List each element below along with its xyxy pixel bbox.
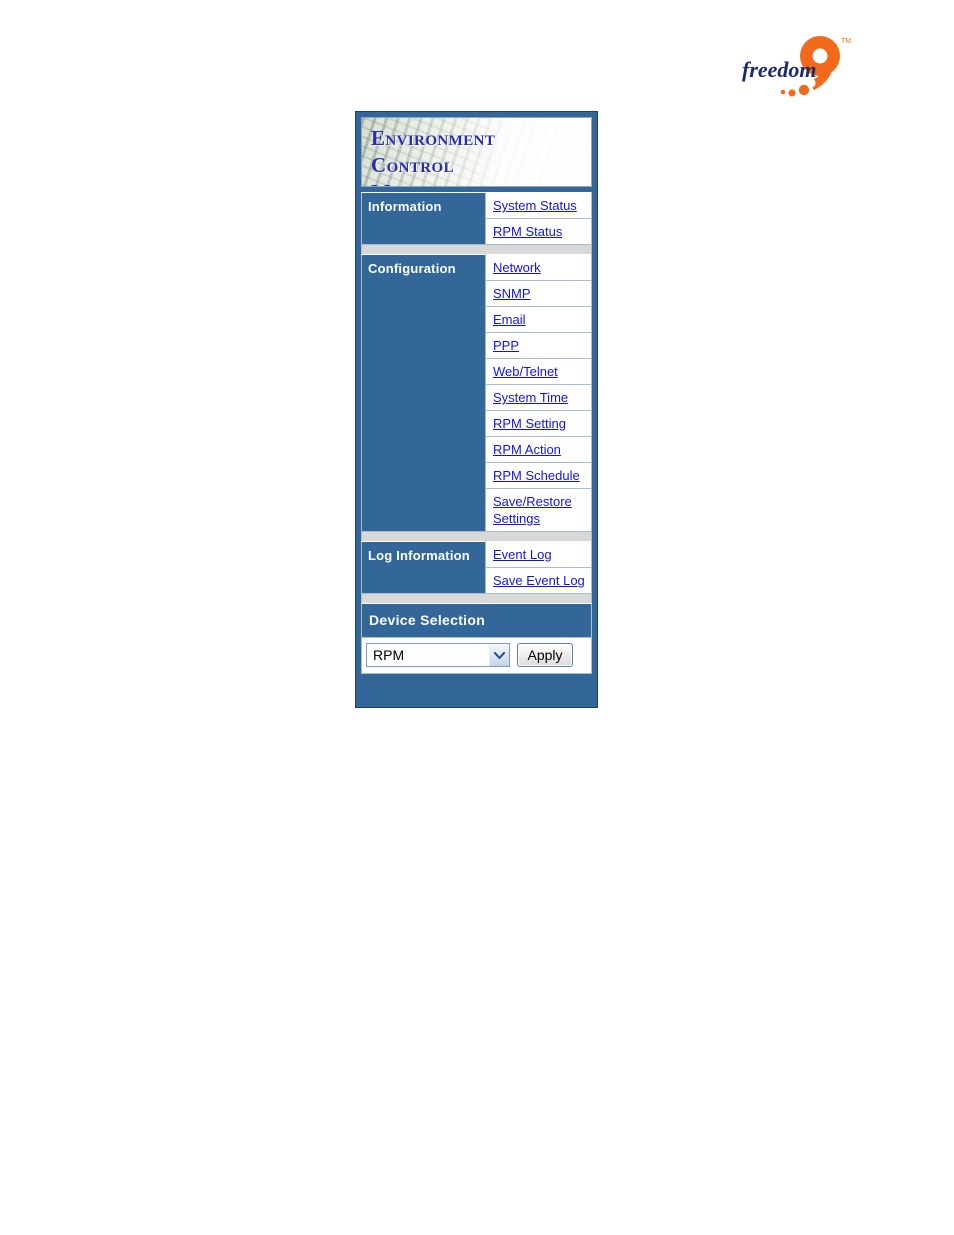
section-links-configuration: Network SNMP Email PPP Web/Telnet System… [485, 254, 592, 532]
nav-link-event-log[interactable]: Event Log [493, 547, 552, 562]
device-select[interactable]: RPM [366, 643, 510, 667]
nav-link-rpm-schedule[interactable]: RPM Schedule [493, 468, 580, 483]
logo-trademark-text: TM [841, 38, 851, 45]
device-select-value: RPM [373, 647, 405, 663]
nav-link-rpm-status[interactable]: RPM Status [493, 224, 562, 239]
section-separator [361, 532, 592, 541]
freedom9-logo: freedom TM [742, 34, 852, 102]
device-selection-controls: RPM Apply [362, 637, 591, 673]
nav-row[interactable]: Email [486, 307, 591, 333]
section-row: Log Information Event Log Save Event Log [361, 541, 592, 594]
nav-link-rpm-setting[interactable]: RPM Setting [493, 416, 566, 431]
nav-row[interactable]: Web/Telnet [486, 359, 591, 385]
nav-link-network[interactable]: Network [493, 260, 541, 275]
section-label-configuration: Configuration [361, 254, 486, 532]
banner-line-2: Management [371, 180, 494, 186]
nav-link-rpm-action[interactable]: RPM Action [493, 442, 561, 457]
nav-link-web-telnet[interactable]: Web/Telnet [493, 364, 558, 379]
section-links-log-information: Event Log Save Event Log [485, 541, 592, 594]
nav-row[interactable]: System Status [486, 193, 591, 219]
nav-link-ppp[interactable]: PPP [493, 338, 519, 353]
ecm-navigation-panel: Environment Control Management Informati… [355, 111, 598, 708]
section-label-information: Information [361, 192, 486, 245]
panel-banner-title: Environment Control Management [371, 125, 581, 186]
apply-button[interactable]: Apply [517, 643, 573, 667]
nav-row[interactable]: Event Log [486, 542, 591, 568]
section-label-log-information: Log Information [361, 541, 486, 594]
nav-row[interactable]: RPM Setting [486, 411, 591, 437]
nav-row[interactable]: Network [486, 255, 591, 281]
nav-link-save-event-log[interactable]: Save Event Log [493, 573, 585, 588]
nav-row[interactable]: Save/Restore Settings [486, 489, 591, 531]
section-separator [361, 245, 592, 254]
nav-row[interactable]: RPM Status [486, 219, 591, 244]
banner-line-1: Environment Control [371, 126, 496, 177]
section-information: Information System Status RPM Status [361, 192, 592, 245]
nav-row[interactable]: Save Event Log [486, 568, 591, 593]
nav-link-email[interactable]: Email [493, 312, 526, 327]
nav-row[interactable]: RPM Action [486, 437, 591, 463]
section-links-information: System Status RPM Status [485, 192, 592, 245]
device-selection-title: Device Selection [369, 612, 486, 628]
nav-row[interactable]: RPM Schedule [486, 463, 591, 489]
section-row: Information System Status RPM Status [361, 192, 592, 245]
section-separator [361, 594, 592, 603]
nav-link-save-restore-settings[interactable]: Save/Restore Settings [493, 494, 572, 526]
nav-row[interactable]: PPP [486, 333, 591, 359]
panel-banner: Environment Control Management [361, 117, 592, 187]
nav-link-system-time[interactable]: System Time [493, 390, 568, 405]
section-log-information: Log Information Event Log Save Event Log [361, 541, 592, 594]
nav-row[interactable]: System Time [486, 385, 591, 411]
device-selection-panel: Device Selection RPM Apply [361, 603, 592, 674]
nav-link-system-status[interactable]: System Status [493, 198, 577, 213]
nav-row[interactable]: SNMP [486, 281, 591, 307]
nav-link-snmp[interactable]: SNMP [493, 286, 531, 301]
section-configuration: Configuration Network SNMP Email PPP Web… [361, 254, 592, 532]
logo-wordmark-text: freedom [742, 57, 817, 82]
chevron-down-icon[interactable] [489, 644, 509, 666]
section-row: Configuration Network SNMP Email PPP Web… [361, 254, 592, 532]
